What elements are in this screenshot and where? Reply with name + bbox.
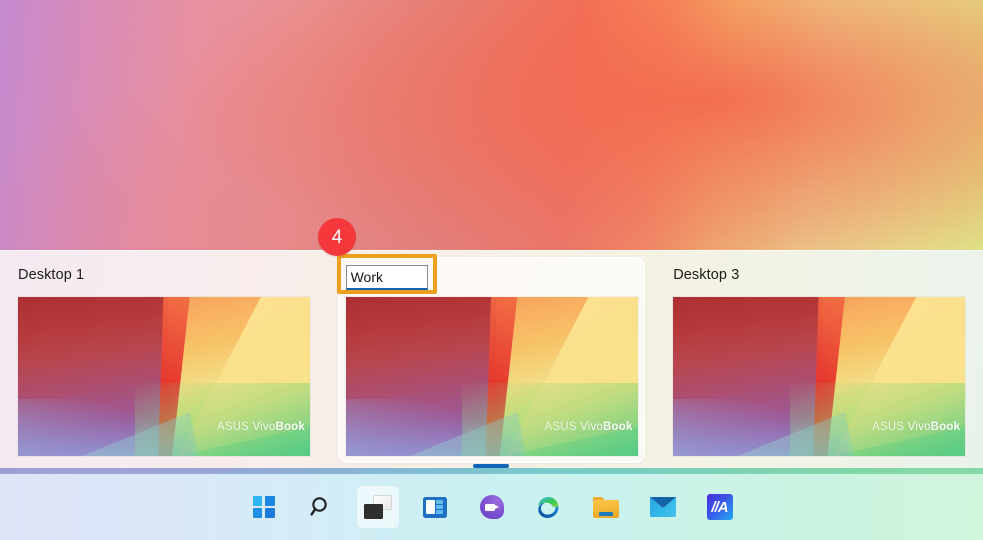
vivobook-watermark: ASUS VivoBook [217, 421, 305, 433]
watermark-model-b: Book [603, 421, 633, 433]
desktop-card-1[interactable]: Desktop 1 ASUS VivoBook [0, 251, 328, 473]
vivobook-wallpaper-art: ASUS VivoBook [18, 297, 310, 456]
task-view-icon [363, 495, 392, 519]
chat-video-icon [479, 495, 504, 519]
step-number-badge: 4 [318, 218, 356, 256]
taskbar-item-widgets[interactable] [414, 486, 456, 528]
search-icon [309, 497, 327, 516]
windows-logo-icon [252, 496, 275, 518]
watermark-brand: ASUS [544, 421, 577, 433]
desktop-rename-wrapper [336, 254, 437, 294]
widgets-icon [422, 496, 447, 518]
taskbar-item-chat[interactable] [471, 486, 513, 528]
desktop-thumbnail-3[interactable]: ASUS VivoBook [673, 297, 966, 456]
mail-envelope-icon [649, 497, 676, 517]
desktop-label-1: Desktop 1 [18, 266, 85, 283]
vivobook-watermark: ASUS VivoBook [545, 421, 633, 433]
taskbar-item-start[interactable] [243, 486, 285, 528]
taskbar-item-mail[interactable] [642, 486, 684, 528]
taskbar-icon-group: //A [243, 486, 741, 528]
vivobook-wallpaper-art: ASUS VivoBook [673, 297, 966, 456]
desktop-thumbnail-1[interactable]: ASUS VivoBook [18, 297, 310, 456]
desktop-card-3[interactable]: Desktop 3 ASUS VivoBook [655, 251, 983, 473]
wallpaper-grain [0, 0, 983, 250]
desktop-card-2[interactable]: ASUS VivoBook [328, 251, 656, 473]
folder-icon [592, 496, 619, 518]
desktop-label-2 [336, 254, 638, 294]
taskbar-item-task-view[interactable] [356, 486, 399, 528]
watermark-model-b: Book [930, 421, 961, 433]
watermark-brand: ASUS [216, 421, 250, 433]
taskbar-item-file-explorer[interactable] [585, 486, 627, 528]
myasus-icon: //A [706, 494, 733, 520]
vivobook-watermark: ASUS VivoBook [872, 421, 960, 433]
watermark-model-a: Vivo [252, 421, 276, 433]
taskbar: //A [0, 474, 983, 540]
watermark-model-a: Vivo [580, 421, 604, 433]
edge-icon [538, 496, 559, 518]
vivobook-wallpaper-art: ASUS VivoBook [345, 297, 638, 456]
desktop-wallpaper [0, 0, 983, 250]
watermark-model-a: Vivo [907, 421, 931, 433]
taskbar-item-edge[interactable] [528, 486, 570, 528]
watermark-model-b: Book [275, 421, 305, 433]
desktop-label-3: Desktop 3 [673, 266, 740, 283]
desktop-thumbnail-2[interactable]: ASUS VivoBook [345, 297, 638, 456]
desktop-rename-input[interactable] [345, 265, 428, 290]
task-view-overlay: Desktop 1 ASUS VivoBook Work ASUS VivoBo… [0, 250, 983, 472]
watermark-brand: ASUS [872, 421, 905, 433]
taskbar-item-search[interactable] [300, 486, 342, 528]
taskbar-item-myasus[interactable]: //A [699, 486, 741, 528]
